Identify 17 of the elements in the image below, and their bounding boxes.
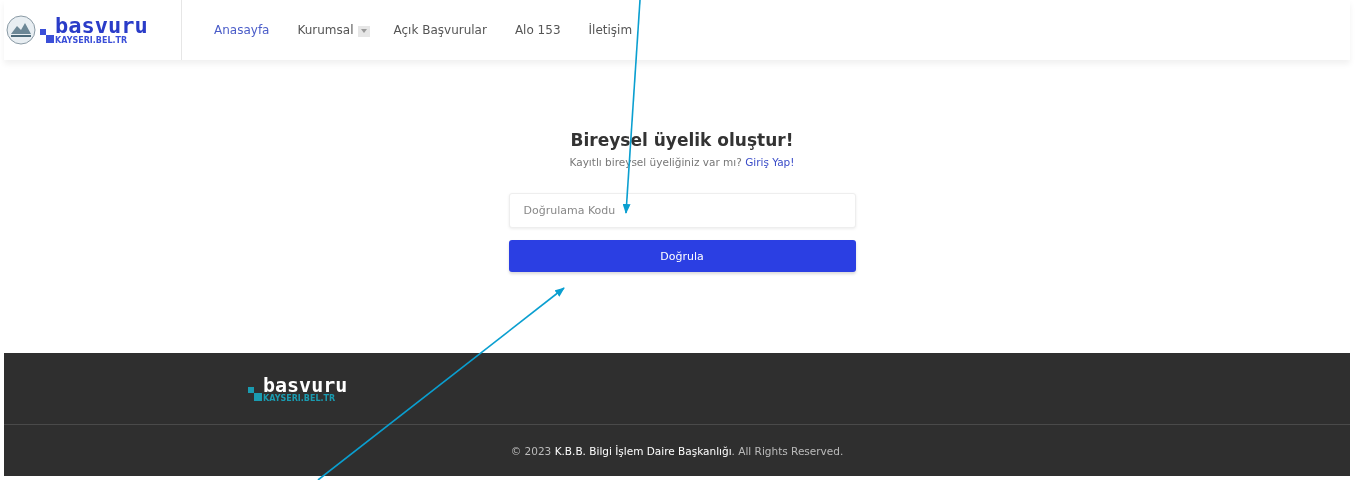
nav-link[interactable]: Anasayfa <box>214 23 270 37</box>
verification-code-field[interactable]: Doğrulama Kodu <box>508 193 856 228</box>
pixel-squares-icon <box>40 29 54 43</box>
nav-link[interactable]: Açık Başvurular <box>393 23 487 37</box>
nav-link[interactable]: Kurumsal <box>297 23 354 37</box>
dropdown-caret-icon[interactable] <box>357 25 370 37</box>
nav-link[interactable]: İletişim <box>588 23 633 37</box>
pixel-squares-icon <box>248 386 262 401</box>
logo-wordmark: basvuru <box>55 15 148 37</box>
login-link[interactable]: Giriş Yap! <box>745 156 795 168</box>
nav-link[interactable]: Alo 153 <box>514 23 561 37</box>
emblem-icon <box>6 15 36 45</box>
logo-wordmark: basvuru <box>263 374 348 395</box>
verify-button[interactable]: Doğrula <box>508 240 856 272</box>
logo-domain: KAYSERI.BEL.TR <box>55 37 129 45</box>
copyright-text: © 2023 K.B.B. Bilgi İşlem Daire Başkanlığı. All Rights Reserved. <box>510 444 844 457</box>
logo-domain: KAYSERI.BEL.TR <box>263 394 337 403</box>
